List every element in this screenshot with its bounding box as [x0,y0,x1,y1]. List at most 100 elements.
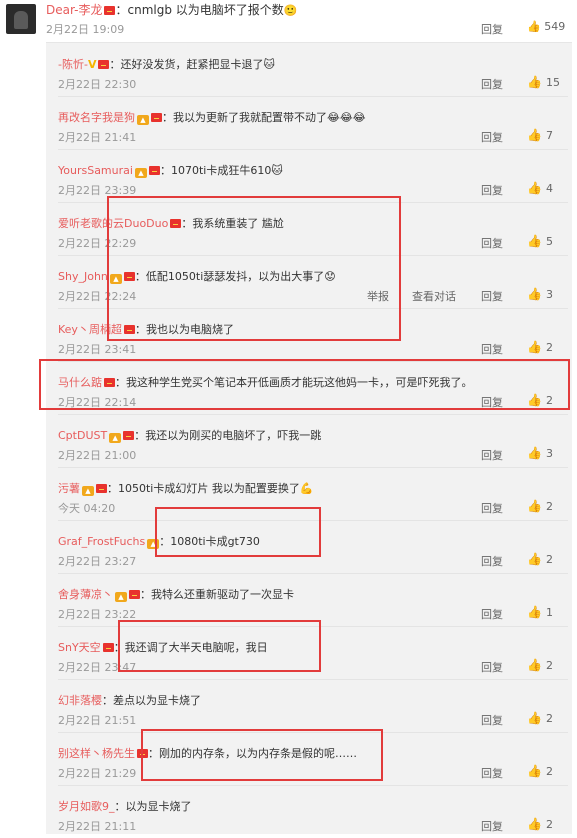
top-comment-line: Dear-李龙 ：cnmlgb 以为电脑坏了报个数🙂 [46,1,297,18]
reply-item: Graf_FrostFuchs ▲ ：1080ti卡成gt730 2月22日 23:… [58,520,568,574]
like-count: 549 [544,20,566,33]
like-count: 4 [546,182,553,195]
timestamp: 2月22日 19:09 [46,23,125,36]
username-link[interactable]: 爱听老歌的云DuoDuo [58,217,168,230]
timestamp: 2月22日 22:29 [58,237,137,250]
member-badge-icon: ▲ [115,592,127,602]
reply-button[interactable]: 回复 [481,235,503,251]
thumbs-up-icon[interactable]: 👍 [527,658,542,672]
timestamp: 2月22日 21:00 [58,449,137,462]
reply-button[interactable]: 回复 [481,76,503,92]
reply-text: ：我系统重装了 尴尬 [181,217,284,230]
timestamp: 2月22日 21:51 [58,714,137,727]
username-link[interactable]: SnY天空 [58,641,101,654]
like-count: 3 [546,288,553,301]
username-link[interactable]: Graf_FrostFuchs [58,535,145,548]
like-button[interactable]: 👍 549 [527,20,565,33]
reply-item: CptDUST ▲ ：我还以为刚买的电脑坏了，吓我一跳 2月22日 21:00 回复… [58,414,568,468]
like-count: 2 [546,394,553,407]
username-link[interactable]: CptDUST [58,429,107,442]
like-count: 2 [546,553,553,566]
reply-text: ：刚加的内存条，以为内存条是假的呢…… [148,747,357,760]
reply-button[interactable]: 回复 [481,606,503,622]
reply-button[interactable]: 回复 [481,394,503,410]
thumbs-up-icon[interactable]: 👍 [527,605,542,619]
thumbs-up-icon[interactable]: 👍 [527,181,542,195]
thumbs-up-icon[interactable]: 👍 [527,817,542,831]
reply-button[interactable]: 回复 [481,288,503,304]
thumbs-up-icon: 👍 [527,20,541,33]
red-envelope-badge-icon [102,643,114,652]
red-envelope-badge-icon [104,378,115,387]
emoji-icon: 😟 [324,270,336,283]
reply-button[interactable]: 回复 [481,712,503,728]
reply-text: ：还好没发货，赶紧把显卡退了 [109,58,264,71]
like-count: 7 [546,129,553,142]
reply-text: ：我特么还重新驱动了一次显卡 [140,588,294,601]
like-count: 3 [546,447,553,460]
username-link[interactable]: 别这样丶杨先生 [58,747,135,760]
member-badge-icon: ▲ [147,539,160,549]
reply-button[interactable]: 回复 [481,659,503,675]
timestamp: 2月22日 22:24 [58,290,137,303]
thumbs-up-icon[interactable]: 👍 [527,552,542,566]
thumbs-up-icon[interactable]: 👍 [527,287,542,301]
username-link[interactable]: Dear-李龙 [46,3,102,17]
username-link[interactable]: 幻非落樱 [58,694,102,707]
reply-button[interactable]: 回复 [481,447,503,463]
thumbs-up-icon[interactable]: 👍 [527,446,542,460]
red-envelope-badge-icon [170,219,182,228]
reply-button[interactable]: 回复 [481,21,503,37]
thumbs-up-icon[interactable]: 👍 [527,234,542,248]
reply-button[interactable]: 回复 [481,818,503,834]
username-link[interactable]: 岁月如歌9_ [58,800,115,813]
username-link[interactable]: Key丶周柄超 [58,323,122,336]
view-conversation-button[interactable]: 查看对话 [412,288,456,304]
red-envelope-badge-icon [129,590,140,599]
reply-button[interactable]: 回复 [481,341,503,357]
reply-item: Shy_John ▲ ：低配1050ti瑟瑟发抖，以为出大事了😟 2月22日 22:… [58,255,568,309]
member-badge-icon: ▲ [109,274,122,284]
emoji-icon: 🐱 [263,58,275,71]
reply-item: 马什么踮 ：我这种学生党买个笔记本开低画质才能玩这他妈一卡，，可是吓死我了。 2月… [58,361,568,415]
red-envelope-badge-icon [123,431,135,440]
username-link[interactable]: 污薯 [58,482,80,495]
reply-item: Key丶周柄超 ：我也以为电脑烧了 2月22日 23:41 回复 👍 2 [58,308,568,362]
reply-item: 爱听老歌的云DuoDuo ：我系统重装了 尴尬 2月22日 22:29 回复 👍 … [58,202,568,256]
username-link[interactable]: 马什么踮 [58,376,102,389]
reply-button[interactable]: 回复 [481,129,503,145]
reply-button[interactable]: 回复 [481,182,503,198]
reply-text: ：1050ti卡成幻灯片 我以为配置要换了 [107,482,300,495]
reply-button[interactable]: 回复 [481,553,503,569]
reply-text: ：我还调了大半天电脑呢，我日 [113,641,268,654]
thumbs-up-icon[interactable]: 👍 [527,340,542,354]
thumbs-up-icon[interactable]: 👍 [527,128,542,142]
reply-button[interactable]: 回复 [481,765,503,781]
like-count: 2 [546,765,553,778]
thumbs-up-icon[interactable]: 👍 [527,499,542,513]
report-button[interactable]: 举报 [367,288,389,304]
username-link[interactable]: YoursSamurai [58,164,133,177]
username-link[interactable]: -陈忻- [58,58,88,71]
like-count: 2 [546,818,553,831]
thumbs-up-icon[interactable]: 👍 [527,393,542,407]
emoji-icon: 🐱 [271,164,283,177]
reply-button[interactable]: 回复 [481,500,503,516]
like-count: 1 [546,606,553,619]
like-count: 15 [546,76,560,89]
reply-text: ：我还以为刚买的电脑坏了，吓我一跳 [134,429,322,442]
avatar[interactable] [6,4,36,34]
emoji-icon: 💪 [299,482,314,495]
timestamp: 2月22日 23:41 [58,343,137,356]
red-envelope-badge-icon [96,484,107,493]
username-link[interactable]: Shy_John [58,270,108,283]
username-link[interactable]: 舍身薄凉丶 [58,588,113,601]
timestamp: 2月22日 21:11 [58,820,137,833]
thumbs-up-icon[interactable]: 👍 [527,75,542,89]
username-link[interactable]: 再改名字我是狗 [58,111,135,124]
thumbs-up-icon[interactable]: 👍 [527,711,542,725]
timestamp: 2月22日 23:27 [58,555,137,568]
red-envelope-badge-icon [104,6,116,15]
timestamp: 2月22日 23:47 [58,661,137,674]
thumbs-up-icon[interactable]: 👍 [527,764,542,778]
